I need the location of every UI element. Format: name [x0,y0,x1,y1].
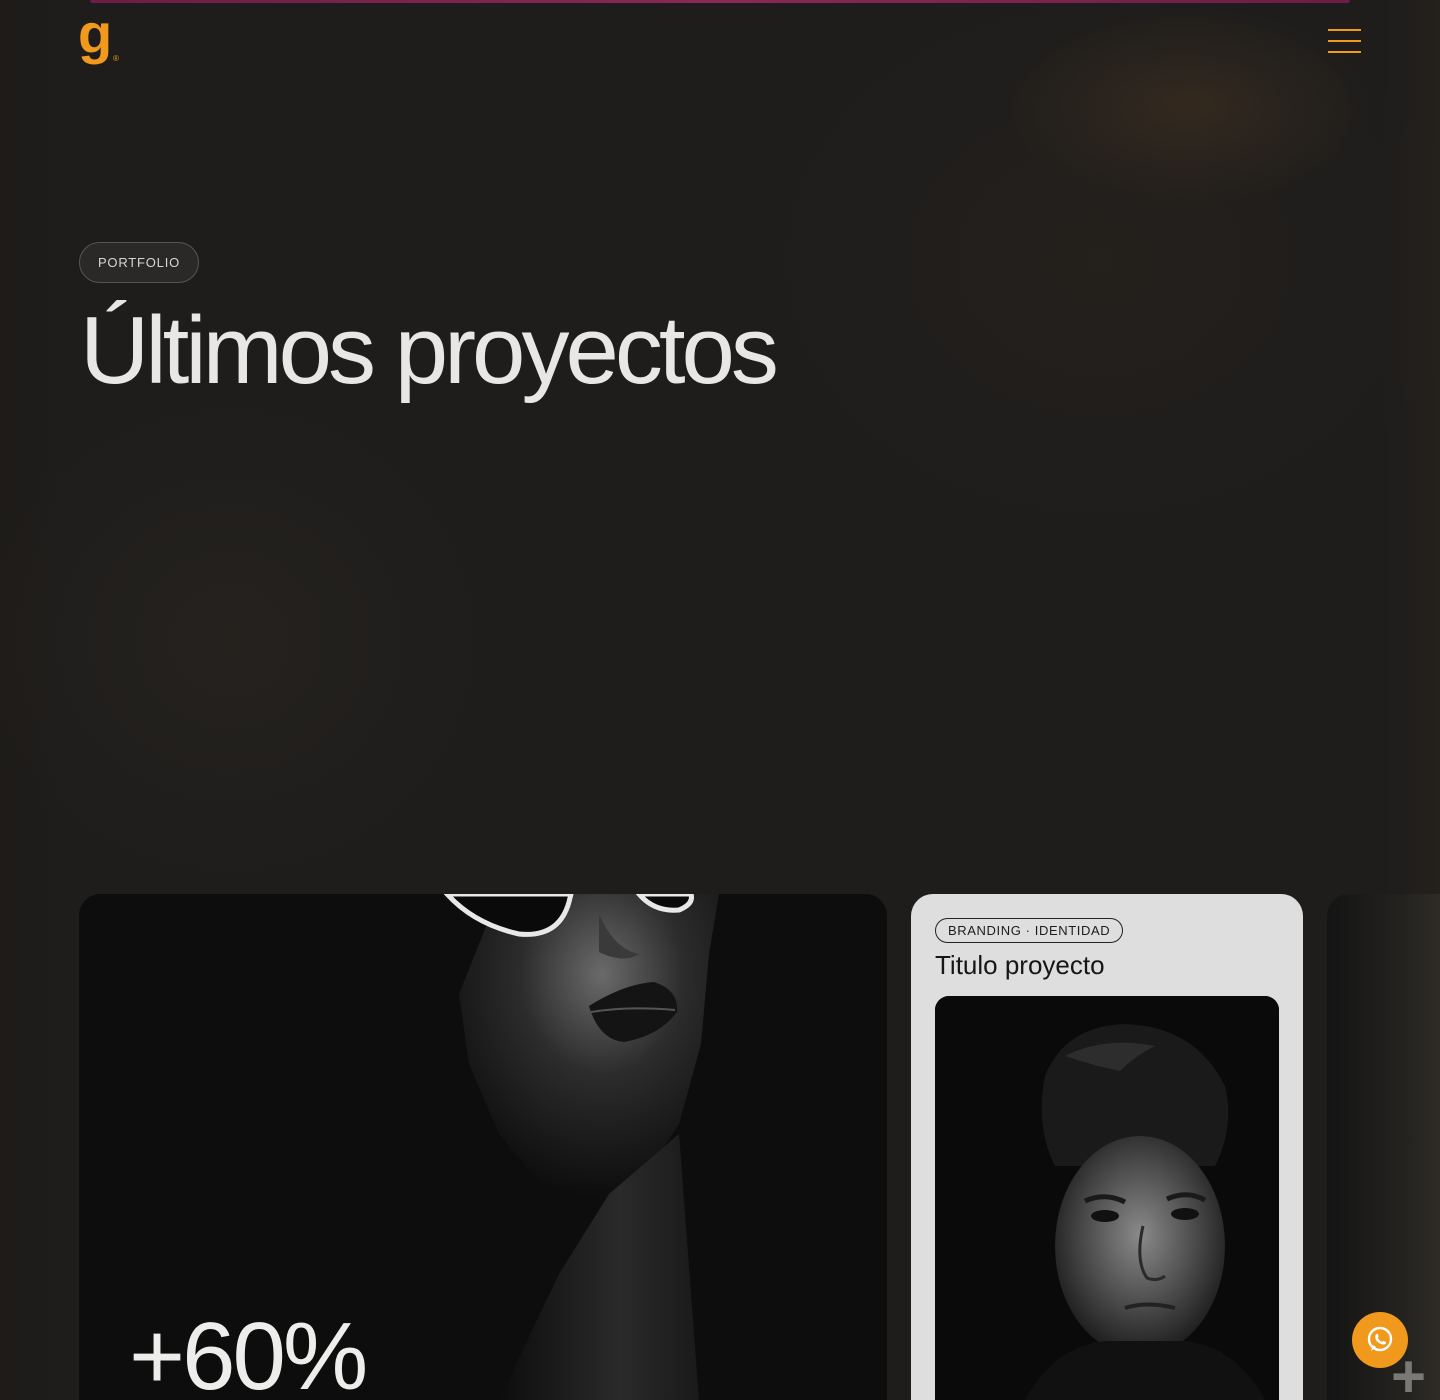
boy-portrait-image [935,996,1279,1400]
menu-line [1328,29,1361,31]
category-tag: BRANDING · IDENTIDAD [935,918,1124,943]
hamburger-menu-icon[interactable] [1328,28,1362,54]
registered-mark: ® [113,54,119,63]
page-title: Últimos proyectos [80,297,779,404]
project-title: Titulo proyecto [935,950,1105,980]
logo-letter: g [78,2,113,65]
menu-line [1328,51,1361,53]
stat-value: +60% [129,1303,368,1400]
whatsapp-button[interactable] [1352,1312,1408,1368]
whatsapp-icon [1367,1326,1393,1352]
portrait-illustration [935,996,1279,1400]
featured-project-card[interactable]: +60% [79,894,887,1400]
project-card[interactable]: BRANDING · IDENTIDAD Titulo proyecto [911,894,1303,1400]
top-accent-bar [90,0,1350,3]
section-badge: PORTFOLIO [79,242,199,283]
logo[interactable]: g ® [78,2,122,70]
menu-line [1328,40,1361,42]
